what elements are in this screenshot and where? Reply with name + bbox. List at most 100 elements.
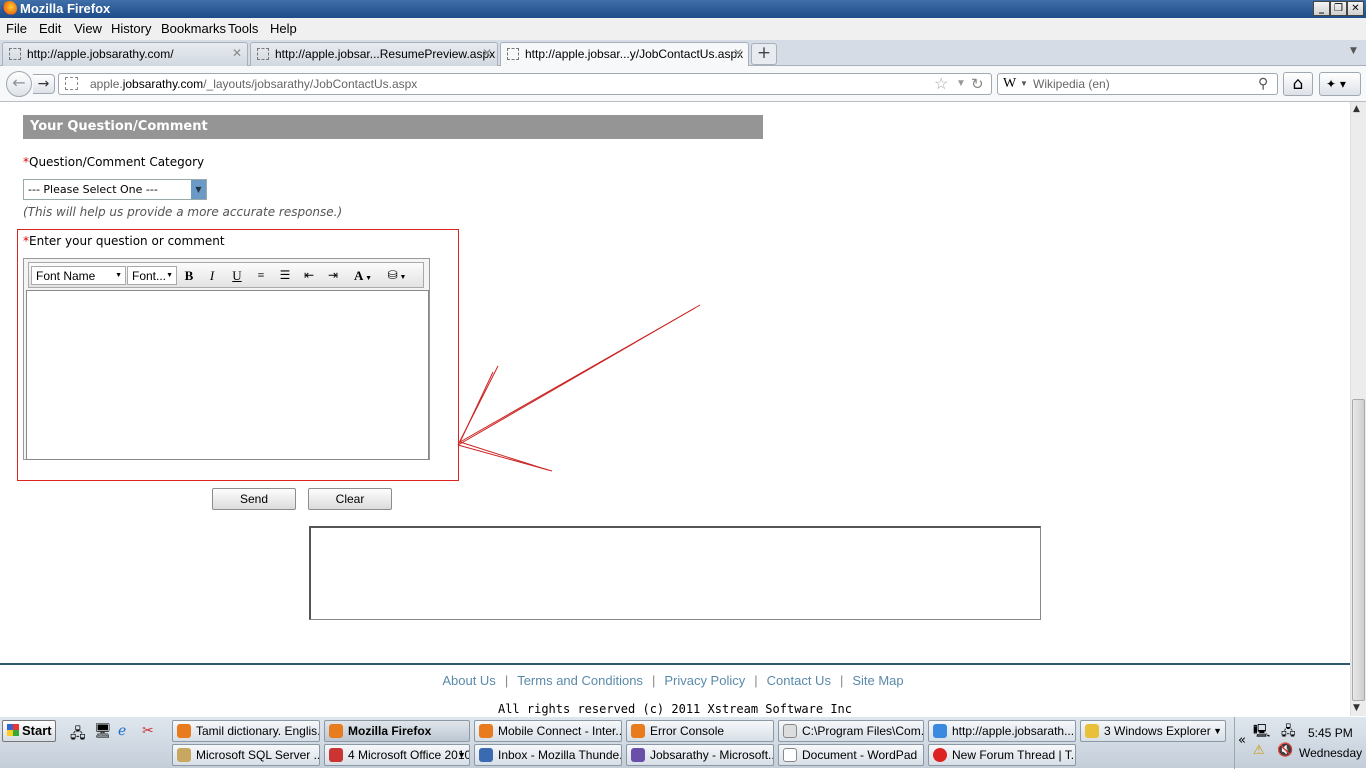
task-jobsarathy-vs[interactable]: Jobsarathy - Microsoft... bbox=[626, 744, 774, 766]
menu-file[interactable]: File bbox=[6, 21, 27, 36]
menu-bookmarks[interactable]: Bookmarks bbox=[161, 21, 226, 36]
question-label: *Enter your question or comment bbox=[23, 234, 225, 248]
category-label: *Question/Comment Category bbox=[23, 155, 205, 169]
search-bar[interactable]: W ▼ Wikipedia (en) ⚲ bbox=[997, 73, 1278, 95]
task-tamil-dictionary[interactable]: Tamil dictionary. Englis... bbox=[172, 720, 320, 742]
task-sql-server[interactable]: Microsoft SQL Server ... bbox=[172, 744, 320, 766]
task-error-console[interactable]: Error Console bbox=[626, 720, 774, 742]
page-content: Your Question/Comment *Question/Comment … bbox=[0, 102, 1350, 716]
menu-edit[interactable]: Edit bbox=[39, 21, 61, 36]
footer-link-contact[interactable]: Contact Us bbox=[767, 673, 831, 688]
tray-display-icon[interactable]: 🖳 bbox=[1253, 722, 1270, 744]
addon-button[interactable]: ✦ ▾ bbox=[1319, 72, 1361, 96]
category-selected-value: --- Please Select One --- bbox=[28, 183, 158, 196]
bookmark-star-icon[interactable]: ☆ bbox=[934, 74, 948, 94]
firefox-icon bbox=[2, 1, 17, 16]
reload-icon[interactable]: ↻ bbox=[971, 75, 984, 93]
close-button[interactable]: ✕ bbox=[1347, 1, 1364, 16]
show-hidden-icons[interactable]: « bbox=[1238, 733, 1246, 748]
footer-link-privacy[interactable]: Privacy Policy bbox=[664, 673, 745, 688]
vertical-scrollbar[interactable]: ▲ ▼ bbox=[1350, 102, 1366, 716]
url-history-dropdown-icon[interactable]: ▼ bbox=[956, 78, 966, 89]
section-header: Your Question/Comment bbox=[23, 115, 763, 139]
menu-view[interactable]: View bbox=[74, 21, 102, 36]
footer-link-sitemap[interactable]: Site Map bbox=[852, 673, 903, 688]
search-placeholder: Wikipedia (en) bbox=[1033, 77, 1110, 91]
footer-link-about[interactable]: About Us bbox=[442, 673, 495, 688]
editor-text-area[interactable] bbox=[26, 290, 429, 460]
task-ie-jobsarathy[interactable]: http://apple.jobsarath... bbox=[928, 720, 1076, 742]
url-bar[interactable]: apple.jobsarathy.com/_layouts/jobsarathy… bbox=[58, 73, 992, 95]
background-color-icon[interactable]: ⛁ ▼ bbox=[387, 267, 407, 285]
task-office-2010[interactable]: 4 Microsoft Office 2010 ▼ bbox=[324, 744, 470, 766]
windows-logo-icon bbox=[7, 724, 19, 736]
font-size-select[interactable]: Font... ▼ bbox=[127, 266, 177, 285]
minimize-button[interactable]: _ bbox=[1313, 1, 1330, 16]
search-icon[interactable]: ⚲ bbox=[1258, 75, 1268, 92]
menu-history[interactable]: History bbox=[111, 21, 151, 36]
tab-2[interactable]: http://apple.jobsar...ResumePreview.aspx… bbox=[250, 42, 498, 66]
search-engine-dropdown-icon[interactable]: ▼ bbox=[1020, 79, 1028, 88]
tab-3-active[interactable]: http://apple.jobsar...y/JobContactUs.asp… bbox=[500, 42, 749, 67]
start-button[interactable]: Start bbox=[2, 720, 56, 742]
task-mobile-connect[interactable]: Mobile Connect - Inter... bbox=[474, 720, 622, 742]
quicklaunch-tool-icon[interactable]: ✂ bbox=[142, 723, 154, 739]
outdent-icon[interactable]: ⇤ bbox=[299, 267, 319, 285]
copyright-text: All rights reserved (c) 2011 Xstream Sof… bbox=[497, 702, 852, 716]
tab-bar: http://apple.jobsarathy.com/ ✕ http://ap… bbox=[0, 40, 1366, 67]
tray-volume-muted-icon[interactable]: 🔇 bbox=[1277, 743, 1293, 758]
chevron-down-icon[interactable]: ▼ bbox=[191, 180, 206, 199]
menu-tools[interactable]: Tools bbox=[228, 21, 258, 36]
tray-warning-icon[interactable]: ⚠ bbox=[1253, 743, 1265, 758]
new-tab-button[interactable]: + bbox=[751, 43, 777, 65]
underline-button[interactable]: U bbox=[227, 267, 247, 285]
menu-bar: File Edit View History Bookmarks Tools H… bbox=[0, 18, 1366, 40]
arrow-annotation bbox=[457, 304, 701, 472]
close-tab-icon[interactable]: ✕ bbox=[733, 46, 743, 60]
back-button[interactable]: ← bbox=[6, 71, 32, 97]
close-tab-icon[interactable]: ✕ bbox=[482, 46, 492, 60]
indent-icon[interactable]: ⇥ bbox=[323, 267, 343, 285]
clock-time[interactable]: 5:45 PM bbox=[1308, 726, 1353, 740]
quicklaunch-ie-icon[interactable]: ℯ bbox=[118, 723, 126, 739]
quicklaunch-network-icon[interactable]: 🖧 bbox=[70, 723, 86, 747]
tab-label: http://apple.jobsar...ResumePreview.aspx bbox=[275, 47, 496, 61]
italic-button[interactable]: I bbox=[202, 267, 222, 285]
font-color-button[interactable]: A ▼ bbox=[353, 267, 373, 285]
close-tab-icon[interactable]: ✕ bbox=[232, 46, 242, 60]
scroll-up-icon[interactable]: ▲ bbox=[1353, 104, 1360, 114]
tray-network-icon[interactable]: 🖧 bbox=[1281, 722, 1296, 744]
task-thunderbird-inbox[interactable]: Inbox - Mozilla Thunde... bbox=[474, 744, 622, 766]
quicklaunch-desktop-icon[interactable]: 🖥 bbox=[94, 723, 112, 739]
task-windows-explorer[interactable]: 3 Windows Explorer ▼ bbox=[1080, 720, 1226, 742]
clock-day[interactable]: Wednesday bbox=[1299, 746, 1362, 760]
site-identity-icon[interactable] bbox=[65, 77, 78, 90]
tab-1[interactable]: http://apple.jobsarathy.com/ ✕ bbox=[2, 42, 248, 66]
footer-link-terms[interactable]: Terms and Conditions bbox=[517, 673, 643, 688]
tab-label: http://apple.jobsar...y/JobContactUs.asp… bbox=[525, 47, 744, 61]
restore-button[interactable]: ❐ bbox=[1330, 1, 1347, 16]
clear-button[interactable]: Clear bbox=[308, 488, 392, 510]
category-hint: (This will help us provide a more accura… bbox=[23, 205, 343, 219]
window-title: Mozilla Firefox bbox=[20, 1, 111, 16]
font-name-select[interactable]: Font Name ▼ bbox=[31, 266, 126, 285]
send-button[interactable]: Send bbox=[212, 488, 296, 510]
list-tabs-icon[interactable]: ▼ bbox=[1350, 46, 1357, 56]
task-mozilla-firefox[interactable]: Mozilla Firefox bbox=[324, 720, 470, 742]
menu-help[interactable]: Help bbox=[270, 21, 297, 36]
unordered-list-icon[interactable]: ☰ bbox=[275, 267, 295, 285]
wikipedia-icon[interactable]: W bbox=[1003, 76, 1016, 92]
task-program-files[interactable]: C:\Program Files\Com... bbox=[778, 720, 924, 742]
ordered-list-icon[interactable]: ≡ bbox=[251, 267, 271, 285]
url-text[interactable]: apple.jobsarathy.com/_layouts/jobsarathy… bbox=[90, 77, 417, 91]
rich-text-editor: Font Name ▼ Font... ▼ B I U ≡ ☰ ⇤ ⇥ A ▼ ⛁ … bbox=[23, 258, 430, 460]
task-wordpad[interactable]: Document - WordPad bbox=[778, 744, 924, 766]
scrollbar-thumb[interactable] bbox=[1352, 399, 1365, 701]
task-opera-forum[interactable]: New Forum Thread | T... bbox=[928, 744, 1076, 766]
forward-button[interactable]: → bbox=[33, 74, 55, 94]
home-button[interactable]: ⌂ bbox=[1283, 72, 1313, 96]
scroll-down-icon[interactable]: ▼ bbox=[1353, 703, 1360, 713]
system-tray: « 🖳 🖧 ⚠ 🔇 5:45 PM Wednesday bbox=[1234, 717, 1366, 769]
bold-button[interactable]: B bbox=[179, 267, 199, 285]
category-select[interactable]: --- Please Select One --- ▼ bbox=[23, 179, 207, 200]
